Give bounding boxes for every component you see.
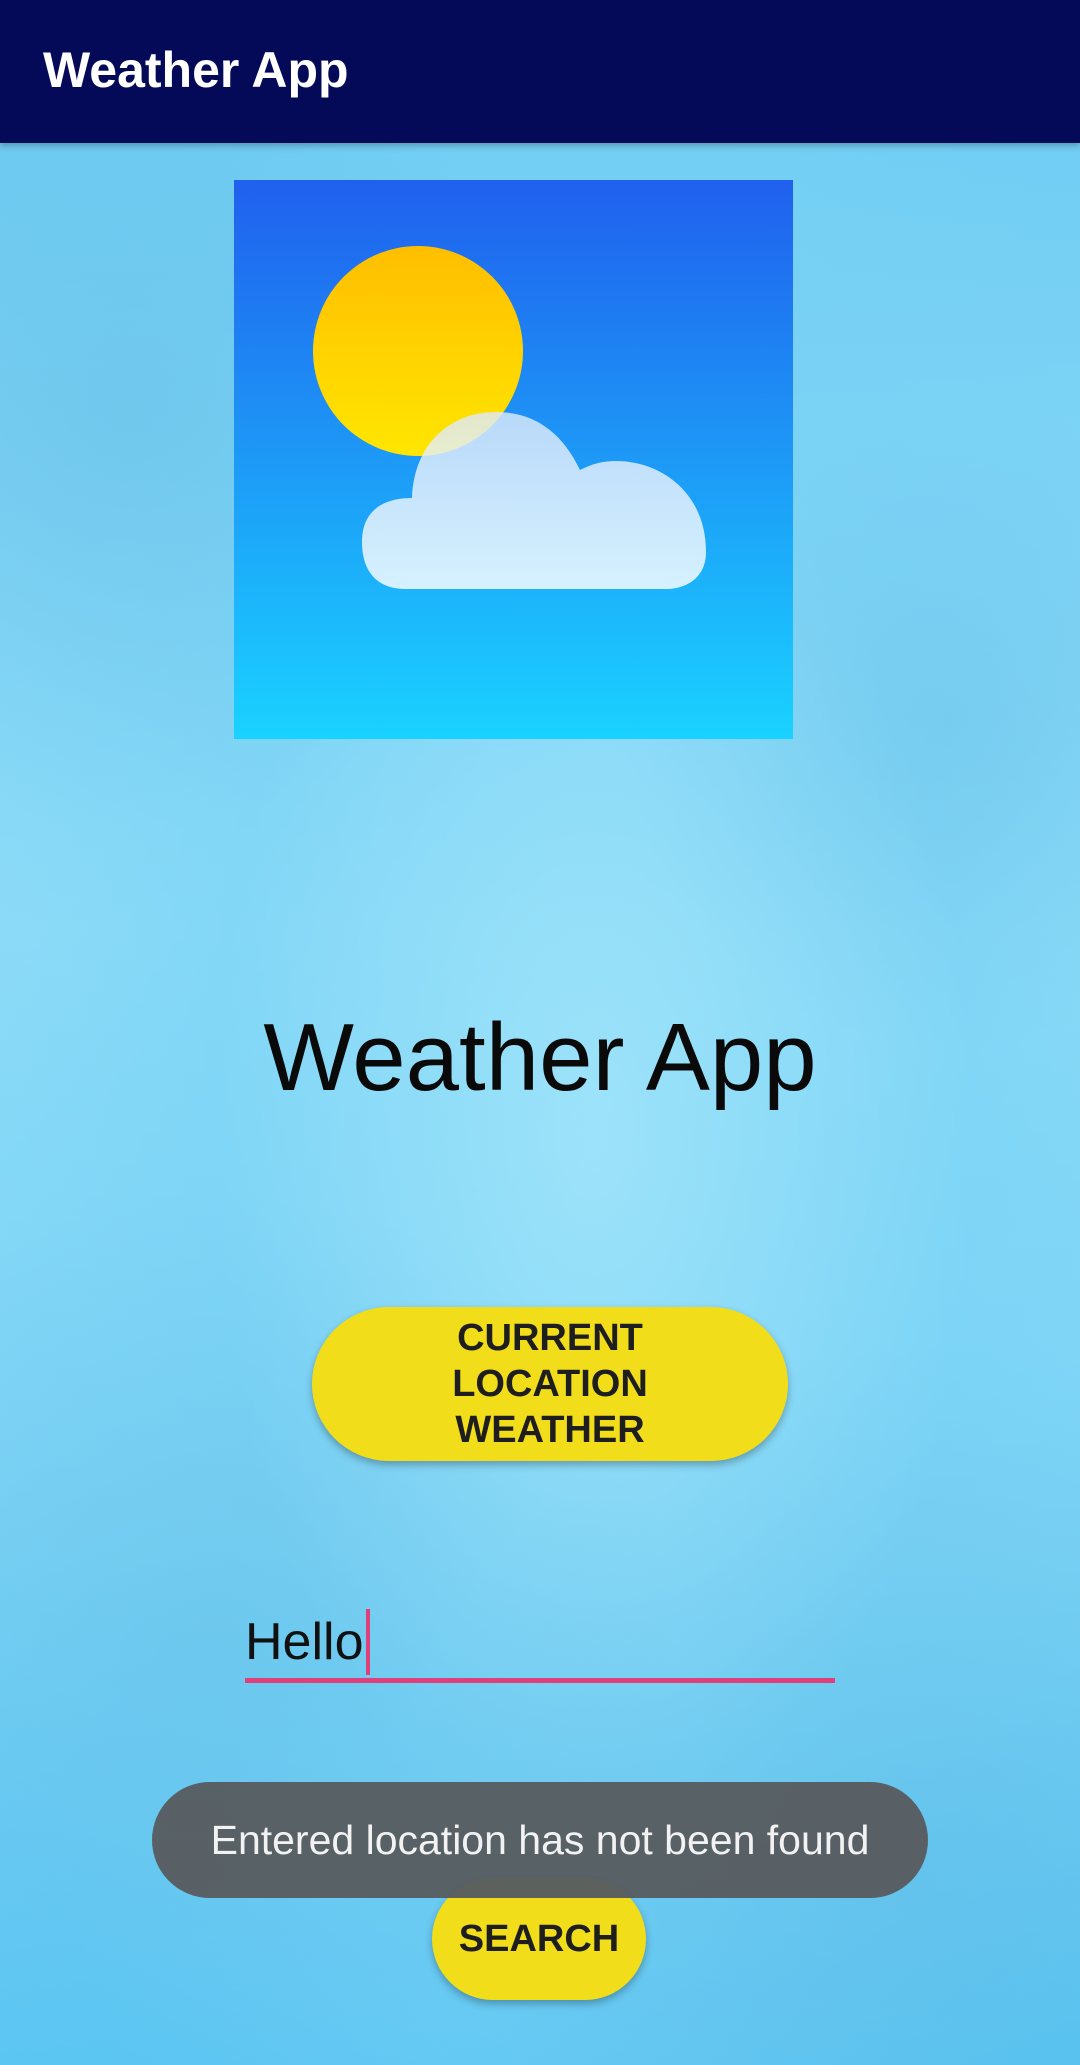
current-location-weather-button[interactable]: CURRENT LOCATION WEATHER	[312, 1307, 788, 1461]
location-search-field[interactable]: Hello	[245, 1590, 835, 1685]
app-bar-title: Weather App	[43, 42, 349, 98]
search-button-label: SEARCH	[458, 1918, 620, 1960]
toast-notification: Entered location has not been found	[152, 1782, 928, 1898]
weather-logo-image	[234, 180, 793, 739]
app-bar: Weather App	[0, 0, 1080, 143]
current-location-weather-button-label: CURRENT LOCATION WEATHER	[452, 1317, 648, 1451]
text-cursor	[365, 1609, 370, 1675]
location-search-input[interactable]: Hello	[245, 1609, 370, 1675]
sun-behind-cloud-icon	[234, 180, 793, 739]
search-input-underline	[245, 1678, 835, 1683]
toast-message: Entered location has not been found	[210, 1817, 870, 1863]
page-title: Weather App	[263, 1004, 817, 1111]
location-search-input-value: Hello	[245, 1613, 364, 1671]
